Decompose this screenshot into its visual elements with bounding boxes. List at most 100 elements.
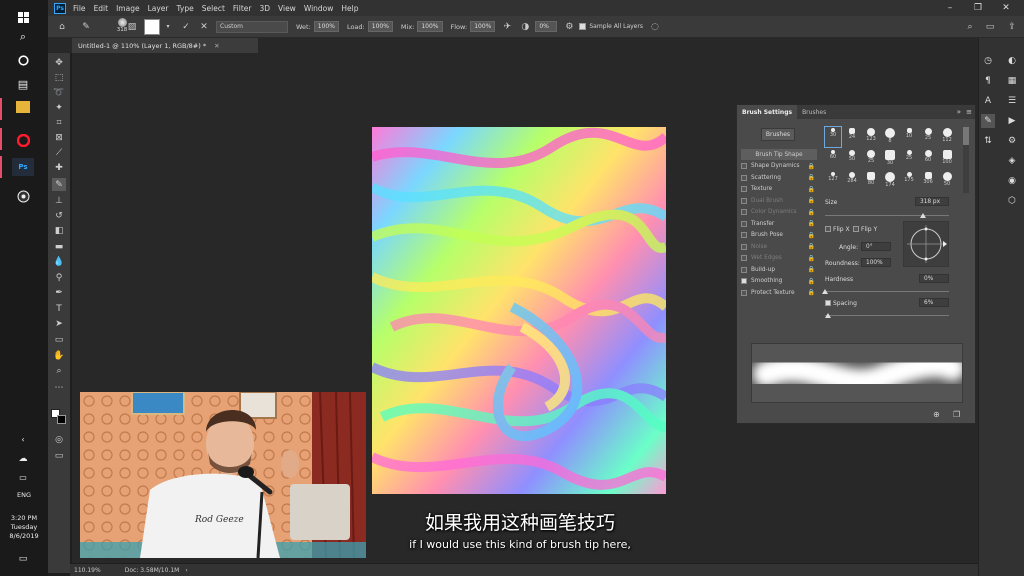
spacing-input[interactable]: 6%: [919, 298, 949, 307]
document-tab[interactable]: Untitled-1 @ 110% (Layer 1, RGB/8#) * ✕: [72, 38, 258, 53]
brush-setting-noise[interactable]: Noise 🔒: [741, 241, 817, 252]
setting-checkbox[interactable]: [741, 197, 747, 204]
setting-checkbox[interactable]: [741, 255, 747, 261]
brush-setting-texture[interactable]: Texture 🔒: [741, 184, 817, 195]
adjustments-panel-icon[interactable]: ⚙: [1005, 134, 1019, 148]
menu-help[interactable]: Help: [341, 4, 358, 13]
menu-edit[interactable]: Edit: [94, 4, 109, 13]
zoom-level[interactable]: 110.19%: [74, 567, 101, 574]
setting-checkbox[interactable]: [741, 174, 747, 181]
brush-tip[interactable]: 25: [920, 127, 936, 147]
roundness-input[interactable]: 100%: [861, 258, 891, 267]
background-color-swatch[interactable]: [57, 415, 66, 424]
blur-tool-icon[interactable]: 💧: [52, 255, 66, 268]
lock-icon[interactable]: 🔒: [808, 174, 815, 181]
menu-3d[interactable]: 3D: [259, 4, 270, 13]
clean-brush-icon[interactable]: ✕: [198, 21, 210, 33]
lock-icon[interactable]: 🔒: [808, 289, 815, 296]
load-brush-icon[interactable]: ✓: [180, 21, 192, 33]
lasso-tool-icon[interactable]: ➰: [52, 86, 66, 99]
gear-icon[interactable]: ⚙: [563, 21, 575, 33]
brush-setting-shape-dynamics[interactable]: Shape Dynamics 🔒: [741, 161, 817, 172]
quick-mask-icon[interactable]: ◎: [52, 433, 66, 446]
battery-icon[interactable]: ▭: [12, 468, 34, 486]
hardness-input[interactable]: 0%: [919, 274, 949, 283]
clock[interactable]: 3:20 PM Tuesday 8/6/2019: [0, 514, 48, 541]
brush-setting-scattering[interactable]: Scattering 🔒: [741, 172, 817, 183]
scrollbar-thumb[interactable]: [963, 127, 969, 145]
brush-tip[interactable]: 80: [863, 171, 879, 191]
history-panel-icon[interactable]: ◷: [981, 54, 995, 68]
windows-start-icon[interactable]: [12, 8, 34, 26]
brush-tip[interactable]: 123: [863, 127, 879, 147]
clone-stamp-tool-icon[interactable]: ⊥: [52, 194, 66, 207]
brush-tip[interactable]: 306: [920, 171, 936, 191]
brush-tip[interactable]: 127: [825, 171, 841, 191]
menu-window[interactable]: Window: [304, 4, 334, 13]
brush-tip[interactable]: 50: [939, 171, 955, 191]
chevron-down-icon[interactable]: ▾: [162, 21, 174, 33]
healing-brush-tool-icon[interactable]: ✚: [52, 161, 66, 174]
pressure-icon[interactable]: ◌: [649, 21, 661, 33]
lock-icon[interactable]: 🔒: [808, 197, 815, 204]
menu-select[interactable]: Select: [202, 4, 225, 13]
workspace-icon[interactable]: ▭: [984, 21, 996, 33]
swatches-panel-icon[interactable]: ▦: [1005, 74, 1019, 88]
clone-source-icon[interactable]: ⇅: [981, 134, 995, 148]
share-icon[interactable]: ⇪: [1006, 21, 1018, 33]
tab-brush-settings[interactable]: Brush Settings: [737, 105, 798, 119]
language-indicator[interactable]: ENG: [0, 491, 48, 499]
history-brush-tool-icon[interactable]: ↺: [52, 209, 66, 222]
home-icon[interactable]: ⌂: [56, 21, 68, 33]
brushes-button[interactable]: Brushes: [761, 128, 795, 141]
lock-icon[interactable]: 🔒: [808, 220, 815, 227]
minimize-icon[interactable]: –: [936, 0, 964, 16]
eyedropper-tool-icon[interactable]: ⟋: [52, 146, 66, 159]
type-tool-icon[interactable]: T: [52, 302, 66, 315]
lock-icon[interactable]: 🔒: [808, 278, 815, 285]
brush-setting-color-dynamics[interactable]: Color Dynamics 🔒: [741, 207, 817, 218]
spacing-slider[interactable]: [825, 315, 949, 316]
lock-icon[interactable]: 🔒: [808, 232, 815, 239]
paths-panel-icon[interactable]: ⬡: [1005, 194, 1019, 208]
panel-menu-icon[interactable]: ≡: [966, 108, 972, 116]
brush-tip[interactable]: 174: [882, 171, 898, 191]
brush-tip[interactable]: 60: [825, 149, 841, 169]
menu-filter[interactable]: Filter: [233, 4, 252, 13]
create-brush-icon[interactable]: ⊕: [933, 410, 940, 419]
load-input[interactable]: 100%: [367, 21, 393, 32]
canvas-artwork[interactable]: [372, 127, 666, 494]
gradient-tool-icon[interactable]: ▬: [52, 240, 66, 253]
lock-icon[interactable]: 🔒: [808, 209, 815, 216]
brush-setting-protect-texture[interactable]: Protect Texture 🔒: [741, 287, 817, 298]
brush-setting-transfer[interactable]: Transfer 🔒: [741, 218, 817, 229]
hardness-slider[interactable]: [825, 291, 949, 292]
search-icon-ps[interactable]: ⌕: [964, 21, 976, 33]
brush-tip[interactable]: 25: [901, 149, 917, 169]
hand-tool-icon[interactable]: ✋: [52, 349, 66, 362]
menu-image[interactable]: Image: [116, 4, 140, 13]
brush-settings-panel-icon[interactable]: ✎: [981, 114, 995, 128]
color-panel-icon[interactable]: ◐: [1005, 54, 1019, 68]
shape-tool-icon[interactable]: ▭: [52, 333, 66, 346]
layers-panel-icon[interactable]: ◈: [1005, 154, 1019, 168]
flip-y-checkbox[interactable]: [853, 226, 859, 232]
size-slider-thumb[interactable]: [920, 213, 926, 218]
sample-all-layers-checkbox[interactable]: [579, 23, 587, 30]
cortana-icon[interactable]: [12, 51, 34, 69]
brush-setting-brush-tip-shape[interactable]: Brush Tip Shape: [741, 149, 817, 160]
file-explorer-icon[interactable]: [16, 101, 30, 113]
obs-icon[interactable]: [12, 187, 34, 205]
lock-icon[interactable]: 🔒: [808, 266, 815, 273]
menu-type[interactable]: Type: [177, 4, 194, 13]
channels-panel-icon[interactable]: ◉: [1005, 174, 1019, 188]
more-tools-icon[interactable]: ⋯: [52, 381, 66, 394]
libraries-panel-icon[interactable]: ☰: [1005, 94, 1019, 108]
character-panel-icon[interactable]: A: [981, 94, 995, 108]
maximize-icon[interactable]: ❐: [964, 0, 992, 16]
brush-tip[interactable]: 8: [882, 127, 898, 147]
zoom-tool-icon[interactable]: ⌕: [52, 364, 66, 377]
lock-icon[interactable]: 🔒: [808, 243, 815, 250]
search-icon[interactable]: ⌕: [12, 28, 34, 46]
photoshop-taskbar-icon[interactable]: Ps: [12, 158, 34, 176]
